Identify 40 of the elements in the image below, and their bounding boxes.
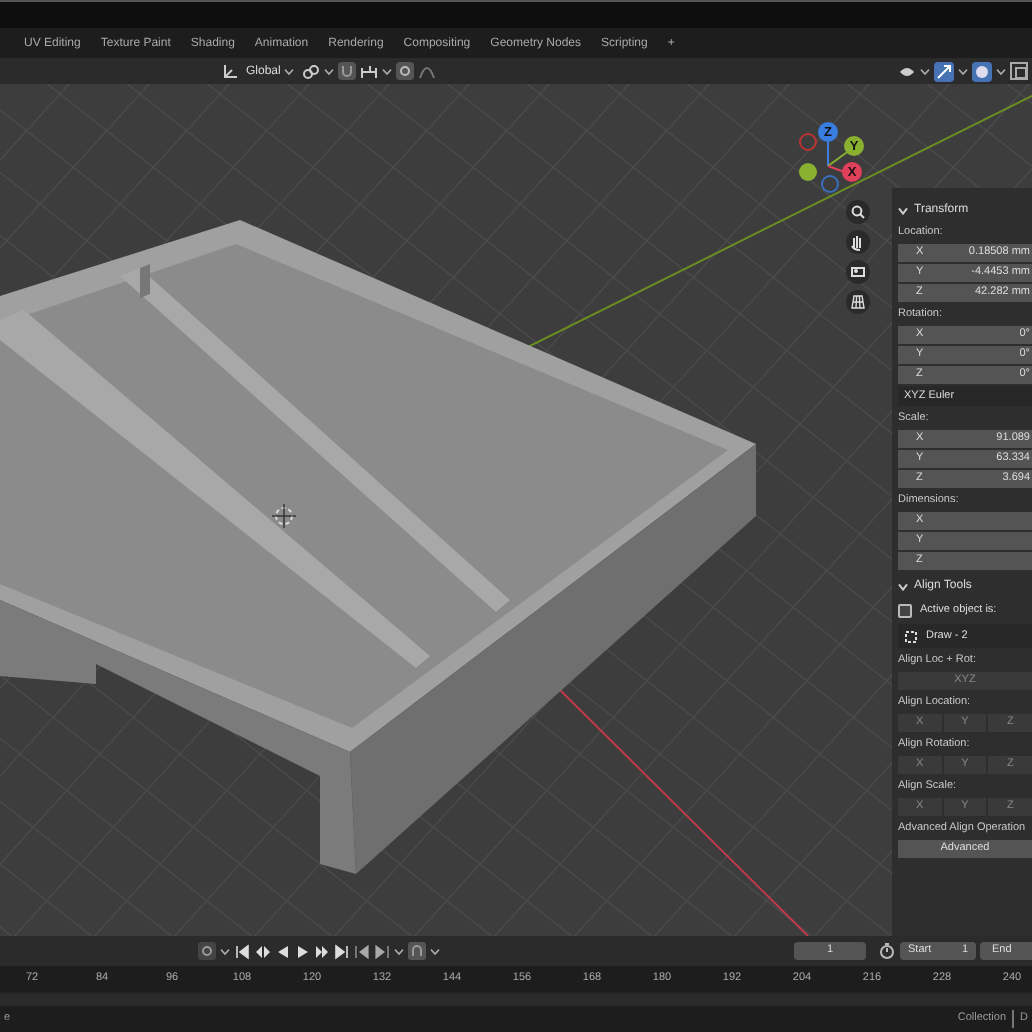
cursor-icon [271,503,297,529]
jump-end-icon[interactable] [334,943,350,959]
hand-icon[interactable] [846,230,870,254]
xray-icon[interactable] [1010,62,1028,80]
keying-icon[interactable] [408,942,426,960]
gizmo-toggle-icon[interactable] [934,61,954,81]
caret-icon [284,67,295,75]
caret-icon [394,947,404,955]
caret-icon [430,947,440,955]
previous-keyframe-icon[interactable] [254,943,270,959]
object-icon [904,629,918,643]
camera-icon[interactable] [846,260,870,284]
caret-icon [324,67,335,75]
magnet-icon[interactable] [338,62,357,80]
caret-icon [382,67,393,75]
caret-icon [920,67,930,75]
next-keyframe-icon[interactable] [314,943,330,959]
play-reverse-icon[interactable] [274,943,290,959]
snap-icon[interactable] [360,63,379,79]
link-icon[interactable] [302,63,321,79]
play-icon[interactable] [294,943,310,959]
caret-icon [220,947,230,955]
chevron-down-icon[interactable] [898,581,908,591]
axes-icon [222,63,238,79]
negative-y-axis-icon[interactable] [799,163,817,181]
caret-icon [996,67,1006,75]
grid-icon[interactable] [846,290,870,314]
previous-frame-icon[interactable] [354,943,370,959]
checkbox[interactable] [898,603,912,617]
record-icon[interactable] [198,942,216,960]
caret-icon [958,67,968,75]
stopwatch-icon[interactable] [878,942,896,960]
visibility-icon[interactable] [898,63,916,79]
next-frame-icon[interactable] [374,943,390,959]
proportional-icon[interactable] [396,62,415,80]
chevron-down-icon[interactable] [898,205,908,215]
zoom-icon[interactable] [846,200,870,224]
overlay-icon[interactable] [972,61,992,81]
falloff-icon[interactable] [418,63,437,79]
jump-start-icon[interactable] [234,943,250,959]
